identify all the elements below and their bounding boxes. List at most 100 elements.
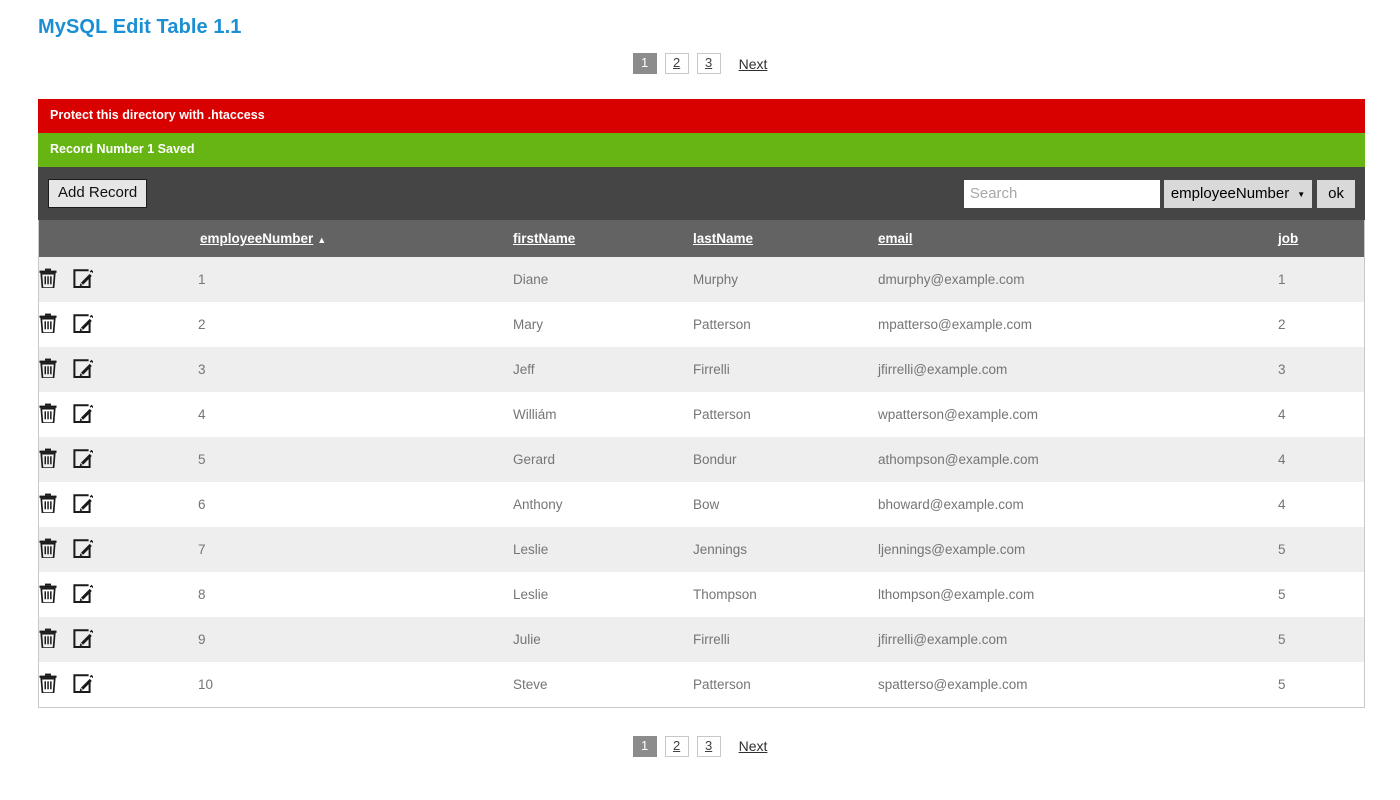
delete-record-button[interactable] — [39, 302, 74, 347]
edit-record-button[interactable] — [73, 437, 198, 482]
column-sort-link-email[interactable]: email — [878, 231, 913, 246]
pagination-bottom: 1 2 3 Next — [0, 736, 1400, 757]
cell-firstName: Leslie — [513, 527, 693, 572]
pagination-page-3[interactable]: 3 — [697, 53, 721, 74]
cell-email: lthompson@example.com — [878, 572, 1278, 617]
search-field-select[interactable]: employeeNumber ▼ — [1164, 180, 1312, 208]
cell-firstName: Anthony — [513, 482, 693, 527]
edit-icon[interactable] — [73, 493, 93, 514]
column-sort-link-employeeNumber[interactable]: employeeNumber — [200, 231, 313, 246]
trash-icon[interactable] — [39, 493, 59, 514]
trash-icon[interactable] — [39, 583, 59, 604]
cell-employeeNumber: 8 — [198, 572, 513, 617]
sort-ascending-icon: ▲ — [317, 235, 326, 245]
column-header-lastName[interactable]: lastName — [693, 220, 878, 257]
edit-record-button[interactable] — [73, 527, 198, 572]
cell-job: 4 — [1278, 437, 1365, 482]
delete-record-button[interactable] — [39, 257, 74, 302]
trash-icon[interactable] — [39, 673, 59, 694]
column-header-email[interactable]: email — [878, 220, 1278, 257]
pagination-page-1[interactable]: 1 — [633, 736, 657, 757]
cell-employeeNumber: 1 — [198, 257, 513, 302]
edit-record-button[interactable] — [73, 302, 198, 347]
cell-employeeNumber: 2 — [198, 302, 513, 347]
delete-record-button[interactable] — [39, 482, 74, 527]
edit-icon[interactable] — [73, 448, 93, 469]
delete-record-button[interactable] — [39, 392, 74, 437]
column-header-job[interactable]: job — [1278, 220, 1365, 257]
delete-record-button[interactable] — [39, 572, 74, 617]
edit-record-button[interactable] — [73, 257, 198, 302]
column-sort-link-lastName[interactable]: lastName — [693, 231, 753, 246]
pagination-page-3[interactable]: 3 — [697, 736, 721, 757]
edit-record-button[interactable] — [73, 662, 198, 707]
edit-icon[interactable] — [73, 583, 93, 604]
edit-record-button[interactable] — [73, 617, 198, 662]
edit-icon[interactable] — [73, 538, 93, 559]
table-toolbar: Add Record employeeNumber ▼ ok — [38, 167, 1365, 220]
cell-email: jfirrelli@example.com — [878, 347, 1278, 392]
cell-lastName: Bondur — [693, 437, 878, 482]
table-row: 8LeslieThompsonlthompson@example.com5 — [39, 572, 1365, 617]
add-record-button[interactable]: Add Record — [48, 179, 147, 208]
edit-icon[interactable] — [73, 313, 93, 334]
pagination-next-link[interactable]: Next — [739, 738, 768, 754]
edit-record-button[interactable] — [73, 392, 198, 437]
cell-job: 5 — [1278, 662, 1365, 707]
cell-job: 5 — [1278, 572, 1365, 617]
delete-record-button[interactable] — [39, 617, 74, 662]
chevron-down-icon: ▼ — [1297, 191, 1305, 199]
cell-employeeNumber: 6 — [198, 482, 513, 527]
trash-icon[interactable] — [39, 313, 59, 334]
trash-icon[interactable] — [39, 403, 59, 424]
pagination-page-1[interactable]: 1 — [633, 53, 657, 74]
cell-job: 1 — [1278, 257, 1365, 302]
delete-record-button[interactable] — [39, 662, 74, 707]
edit-icon[interactable] — [73, 358, 93, 379]
cell-job: 5 — [1278, 617, 1365, 662]
cell-job: 3 — [1278, 347, 1365, 392]
edit-icon[interactable] — [73, 673, 93, 694]
trash-icon[interactable] — [39, 448, 59, 469]
delete-record-button[interactable] — [39, 527, 74, 572]
pagination-next-link[interactable]: Next — [739, 56, 768, 72]
edit-record-button[interactable] — [73, 572, 198, 617]
delete-record-button[interactable] — [39, 347, 74, 392]
page-title: MySQL Edit Table 1.1 — [0, 0, 1400, 39]
cell-lastName: Firrelli — [693, 617, 878, 662]
htaccess-warning-banner: Protect this directory with .htaccess — [38, 99, 1365, 133]
records-table-body: 1DianeMurphydmurphy@example.com12MaryPat… — [39, 257, 1365, 707]
trash-icon[interactable] — [39, 268, 59, 289]
search-group: employeeNumber ▼ ok — [964, 180, 1355, 208]
edit-icon[interactable] — [73, 628, 93, 649]
record-saved-banner: Record Number 1 Saved — [38, 133, 1365, 167]
pagination-page-2[interactable]: 2 — [665, 736, 689, 757]
search-ok-button[interactable]: ok — [1317, 180, 1355, 208]
edit-record-button[interactable] — [73, 482, 198, 527]
delete-record-button[interactable] — [39, 437, 74, 482]
edit-record-button[interactable] — [73, 347, 198, 392]
cell-firstName: Steve — [513, 662, 693, 707]
column-sort-link-job[interactable]: job — [1278, 231, 1298, 246]
search-input[interactable] — [964, 180, 1160, 208]
trash-icon[interactable] — [39, 358, 59, 379]
trash-icon[interactable] — [39, 628, 59, 649]
column-header-firstName[interactable]: firstName — [513, 220, 693, 257]
cell-lastName: Bow — [693, 482, 878, 527]
edit-icon[interactable] — [73, 268, 93, 289]
column-header-employeeNumber[interactable]: employeeNumber ▲ — [198, 220, 513, 257]
table-row: 10StevePattersonspatterso@example.com5 — [39, 662, 1365, 707]
pagination-page-2[interactable]: 2 — [665, 53, 689, 74]
table-header-row: employeeNumber ▲ firstName lastName email… — [39, 220, 1365, 257]
edit-icon[interactable] — [73, 403, 93, 424]
column-sort-link-firstName[interactable]: firstName — [513, 231, 575, 246]
cell-job: 5 — [1278, 527, 1365, 572]
cell-lastName: Jennings — [693, 527, 878, 572]
cell-lastName: Firrelli — [693, 347, 878, 392]
trash-icon[interactable] — [39, 538, 59, 559]
cell-employeeNumber: 7 — [198, 527, 513, 572]
cell-email: bhoward@example.com — [878, 482, 1278, 527]
cell-lastName: Murphy — [693, 257, 878, 302]
search-field-select-value: employeeNumber — [1171, 185, 1289, 202]
cell-firstName: Diane — [513, 257, 693, 302]
